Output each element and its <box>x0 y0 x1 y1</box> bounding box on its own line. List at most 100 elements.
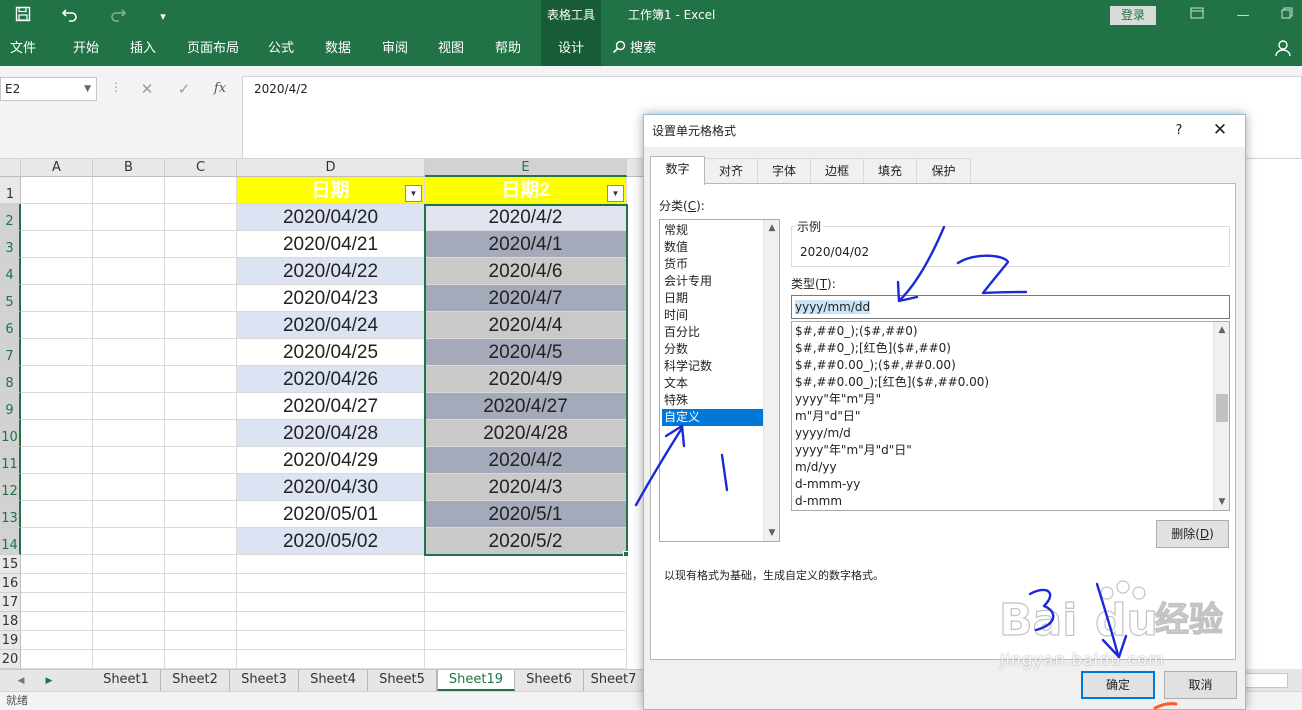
grid-cell[interactable] <box>21 339 93 366</box>
grid-cell[interactable] <box>425 593 627 612</box>
customize-quick-access-icon[interactable]: ▾ <box>148 4 178 30</box>
undo-icon[interactable] <box>55 4 85 30</box>
grid-cell[interactable] <box>21 612 93 631</box>
save-icon[interactable] <box>8 4 38 30</box>
delete-button[interactable]: 删除(D) <box>1156 520 1229 548</box>
column-header-a[interactable]: A <box>21 159 93 177</box>
format-code-item[interactable]: $#,##0_);[红色]($#,##0) <box>795 340 951 357</box>
grid-cell[interactable] <box>21 204 93 231</box>
row-header[interactable]: 9 <box>0 393 21 420</box>
category-item[interactable]: 特殊 <box>662 392 764 409</box>
account-icon[interactable] <box>1274 39 1294 59</box>
tab-formulas[interactable]: 公式 <box>258 34 304 66</box>
grid-cell[interactable] <box>93 204 165 231</box>
grid-cell[interactable] <box>425 555 627 574</box>
grid-cell[interactable] <box>21 393 93 420</box>
date2-cell[interactable]: 2020/5/1 <box>425 501 627 528</box>
category-list[interactable]: 常规 数值 货币 会计专用 日期 时间 百分比 分数 科学记数 文本 特殊 自定义 ▲ ▼ <box>659 219 780 542</box>
tab-review[interactable]: 审阅 <box>372 34 418 66</box>
date2-cell[interactable]: 2020/5/2 <box>425 528 627 555</box>
tab-view[interactable]: 视图 <box>428 34 474 66</box>
format-code-item[interactable]: yyyy"年"m"月"d"日" <box>795 442 912 459</box>
date-cell[interactable]: 2020/04/20 <box>237 204 425 231</box>
row-header[interactable]: 20 <box>0 650 21 669</box>
grid-cell[interactable] <box>165 528 237 555</box>
date2-cell[interactable]: 2020/4/2 <box>425 447 627 474</box>
grid-cell[interactable] <box>21 447 93 474</box>
grid-cell[interactable] <box>165 474 237 501</box>
column-header-b[interactable]: B <box>93 159 165 177</box>
grid-cell[interactable] <box>237 555 425 574</box>
horizontal-scrollbar[interactable] <box>1240 673 1288 688</box>
grid-cell[interactable] <box>237 650 425 669</box>
grid-cell[interactable] <box>21 231 93 258</box>
date-cell[interactable]: 2020/05/02 <box>237 528 425 555</box>
column-header-c[interactable]: C <box>165 159 237 177</box>
ribbon-search[interactable]: 搜索 <box>612 34 656 66</box>
category-scrollbar[interactable]: ▲ ▼ <box>763 220 779 541</box>
format-code-item[interactable]: yyyy/m/d <box>795 425 851 442</box>
date-cell[interactable]: 2020/04/24 <box>237 312 425 339</box>
row-header[interactable]: 7 <box>0 339 21 366</box>
login-button[interactable]: 登录 <box>1110 6 1156 25</box>
grid-cell[interactable] <box>93 593 165 612</box>
date-cell[interactable]: 2020/04/27 <box>237 393 425 420</box>
grid-cell[interactable] <box>93 528 165 555</box>
format-code-item[interactable]: m/d/yy <box>795 459 837 476</box>
grid-cell[interactable] <box>165 612 237 631</box>
chevron-down-icon[interactable]: ▼ <box>84 78 91 100</box>
format-code-item[interactable]: $#,##0_);($#,##0) <box>795 323 918 340</box>
grid-cell[interactable] <box>165 631 237 650</box>
format-code-item[interactable]: d-mmm-yy <box>795 476 860 493</box>
row-header[interactable]: 11 <box>0 447 21 474</box>
grid-cell[interactable] <box>93 366 165 393</box>
row-header[interactable]: 13 <box>0 501 21 528</box>
category-item[interactable]: 百分比 <box>662 324 764 341</box>
date-cell[interactable]: 2020/04/26 <box>237 366 425 393</box>
tab-help[interactable]: 帮助 <box>485 34 531 66</box>
tab-data[interactable]: 数据 <box>315 34 361 66</box>
filter-dropdown-icon[interactable]: ▼ <box>405 185 422 202</box>
category-item[interactable]: 数值 <box>662 239 764 256</box>
row-header[interactable]: 1 <box>0 177 21 204</box>
ok-button[interactable]: 确定 <box>1081 671 1155 699</box>
row-header[interactable]: 3 <box>0 231 21 258</box>
grid-cell[interactable] <box>93 177 165 204</box>
header-cell-date2[interactable]: 日期2 ▼ <box>425 177 627 204</box>
grid-cell[interactable] <box>93 612 165 631</box>
grid-cell[interactable] <box>21 474 93 501</box>
grid-cell[interactable] <box>425 631 627 650</box>
grid-cell[interactable] <box>237 593 425 612</box>
grid-cell[interactable] <box>21 631 93 650</box>
close-button[interactable]: ✕ <box>1207 115 1233 147</box>
scroll-up-icon[interactable]: ▲ <box>764 220 779 236</box>
category-item[interactable]: 科学记数 <box>662 358 764 375</box>
row-header[interactable]: 16 <box>0 574 21 593</box>
tab-protection[interactable]: 保护 <box>916 158 971 184</box>
name-box[interactable]: E2 ▼ <box>0 77 97 101</box>
sheet-tab-sheet1[interactable]: Sheet1 <box>92 670 161 691</box>
row-header[interactable]: 2 <box>0 204 21 231</box>
category-item[interactable]: 自定义 <box>662 409 764 426</box>
minimize-icon[interactable]: — <box>1228 4 1258 28</box>
redo-icon[interactable] <box>103 4 133 30</box>
sheet-tab-sheet5[interactable]: Sheet5 <box>368 670 437 691</box>
grid-cell[interactable] <box>237 631 425 650</box>
grid-cell[interactable] <box>21 312 93 339</box>
ribbon-display-options-icon[interactable] <box>1182 4 1212 28</box>
grid-cell[interactable] <box>21 574 93 593</box>
tab-border[interactable]: 边框 <box>810 158 864 184</box>
grid-cell[interactable] <box>165 231 237 258</box>
tab-insert[interactable]: 插入 <box>120 34 166 66</box>
date-cell[interactable]: 2020/04/28 <box>237 420 425 447</box>
tab-home[interactable]: 开始 <box>63 34 109 66</box>
grid-cell[interactable] <box>93 501 165 528</box>
sheet-tab-sheet7[interactable]: Sheet7 <box>584 670 644 691</box>
row-header[interactable]: 10 <box>0 420 21 447</box>
grid-cell[interactable] <box>93 631 165 650</box>
grid-cell[interactable] <box>93 393 165 420</box>
insert-function-icon[interactable]: fx <box>205 77 235 101</box>
category-item[interactable]: 常规 <box>662 222 764 239</box>
grid-cell[interactable] <box>165 593 237 612</box>
row-header[interactable]: 18 <box>0 612 21 631</box>
